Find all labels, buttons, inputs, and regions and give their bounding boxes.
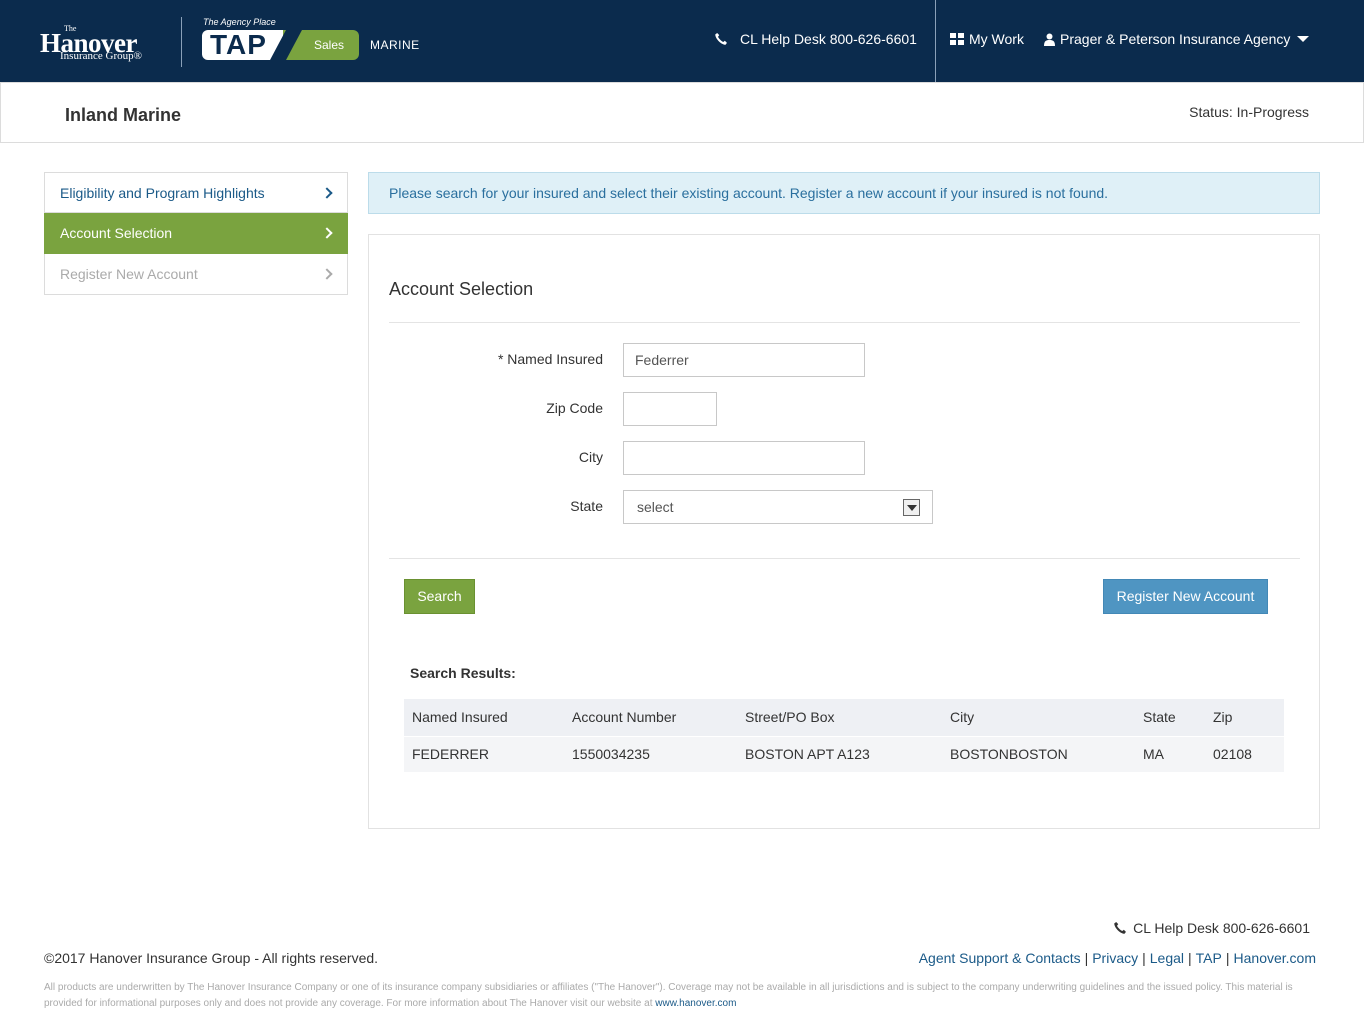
logo-group: Insurance Group® (60, 50, 142, 62)
chevron-right-icon (321, 268, 333, 280)
column-header: Named Insured (404, 699, 564, 736)
footer-link-tap[interactable]: TAP (1196, 950, 1222, 966)
footer-link-hanover[interactable]: Hanover.com (1234, 950, 1316, 966)
table-cell: BOSTON APT A123 (737, 735, 942, 772)
title-bar: Inland Marine Status: In-Progress (0, 82, 1364, 143)
sidebar-item-label: Register New Account (60, 266, 198, 282)
link-separator: | (1084, 950, 1089, 966)
search-button[interactable]: Search (404, 579, 475, 614)
disclaimer-text: All products are underwritten by The Han… (44, 980, 1314, 1012)
column-header: State (1135, 699, 1205, 736)
panel-heading: Account Selection (389, 279, 534, 299)
zip-code-label: Zip Code (546, 400, 603, 416)
table-cell: FEDERRER (404, 735, 564, 772)
nav-divider (935, 0, 936, 82)
table-header-row: Named Insured Account Number Street/PO B… (404, 699, 1284, 736)
city-input[interactable] (623, 441, 865, 475)
sidebar-item-register-new-account: Register New Account (44, 254, 348, 295)
account-selection-panel: Account Selection * Named Insured Zip Co… (368, 234, 1320, 829)
column-header: Zip (1205, 699, 1284, 736)
state-label: State (570, 498, 603, 514)
link-separator: | (1225, 950, 1230, 966)
sidebar-nav: Eligibility and Program Highlights Accou… (44, 172, 348, 295)
divider (389, 558, 1300, 559)
phone-icon (715, 33, 727, 45)
sidebar-item-eligibility[interactable]: Eligibility and Program Highlights (44, 172, 348, 213)
table-cell: 1550034235 (564, 735, 737, 772)
hanover-website-link[interactable]: www.hanover.com (655, 998, 736, 1009)
footer-link-legal[interactable]: Legal (1150, 950, 1184, 966)
footer-link-privacy[interactable]: Privacy (1092, 950, 1138, 966)
agency-label: Prager & Peterson Insurance Agency (1060, 31, 1291, 47)
top-nav-bar: The Hanover Insurance Group® The Agency … (0, 0, 1364, 82)
register-new-account-button[interactable]: Register New Account (1103, 579, 1268, 614)
divider (389, 322, 1300, 323)
sidebar-item-label: Eligibility and Program Highlights (60, 185, 265, 201)
sidebar-item-account-selection[interactable]: Account Selection (44, 213, 348, 254)
city-row: City (369, 441, 1321, 475)
user-icon (1044, 33, 1055, 46)
my-work-link[interactable]: My Work (950, 31, 1024, 47)
help-desk-label: CL Help Desk 800-626-6601 (740, 31, 917, 47)
link-separator: | (1188, 950, 1192, 966)
status-text: Status: In-Progress (1189, 104, 1309, 120)
caret-down-icon (1297, 36, 1310, 42)
footer: CL Help Desk 800-626-6601 ©2017 Hanover … (0, 900, 1364, 1021)
table-cell: MA (1135, 735, 1205, 772)
chevron-right-icon (321, 227, 333, 239)
zip-code-row: Zip Code (369, 392, 1321, 426)
zip-code-input[interactable] (623, 392, 717, 426)
named-insured-input[interactable] (623, 343, 865, 377)
footer-links: Agent Support & Contacts | Privacy | Legal | T… (919, 950, 1316, 966)
search-results-label: Search Results: (410, 665, 516, 681)
copyright-text: ©2017 Hanover Insurance Group - All righ… (44, 950, 379, 966)
info-alert: Please search for your insured and selec… (368, 172, 1320, 214)
table-cell: 02108 (1205, 735, 1284, 772)
help-desk-link[interactable]: CL Help Desk 800-626-6601 (714, 31, 917, 47)
named-insured-label: * Named Insured (497, 351, 603, 367)
city-label: City (578, 449, 603, 465)
search-results-table: Named Insured Account Number Street/PO B… (404, 699, 1284, 772)
link-separator: | (1142, 950, 1146, 966)
table-row[interactable]: FEDERRER 1550034235 BOSTON APT A123 BOST… (404, 735, 1284, 772)
my-work-label: My Work (969, 31, 1024, 47)
product-line-label: MARINE (370, 38, 420, 52)
sidebar-item-label: Account Selection (60, 225, 173, 241)
named-insured-row: * Named Insured (369, 343, 1321, 377)
grid-icon (950, 33, 964, 45)
table-cell: BOSTONBOSTON (942, 735, 1135, 772)
agency-dropdown[interactable]: Prager & Peterson Insurance Agency (1044, 31, 1310, 47)
footer-help-desk-label: CL Help Desk 800-626-6601 (1133, 920, 1310, 936)
column-header: City (942, 699, 1135, 736)
state-row: State select (369, 490, 1321, 524)
dropdown-arrow-icon[interactable] (903, 499, 920, 516)
column-header: Street/PO Box (737, 699, 942, 736)
phone-icon (1114, 922, 1127, 934)
column-header: Account Number (564, 699, 737, 736)
state-select-value: select (637, 499, 674, 515)
page-title: Inland Marine (65, 105, 182, 125)
footer-link-agent-support[interactable]: Agent Support & Contacts (919, 950, 1081, 966)
hanover-logo[interactable]: The Hanover Insurance Group® (40, 22, 164, 64)
tap-caption: The Agency Place (203, 17, 276, 27)
logo-divider (181, 17, 182, 67)
chevron-right-icon (321, 187, 333, 199)
footer-help-desk[interactable]: CL Help Desk 800-626-6601 (1113, 920, 1310, 936)
state-select[interactable]: select (623, 490, 933, 524)
